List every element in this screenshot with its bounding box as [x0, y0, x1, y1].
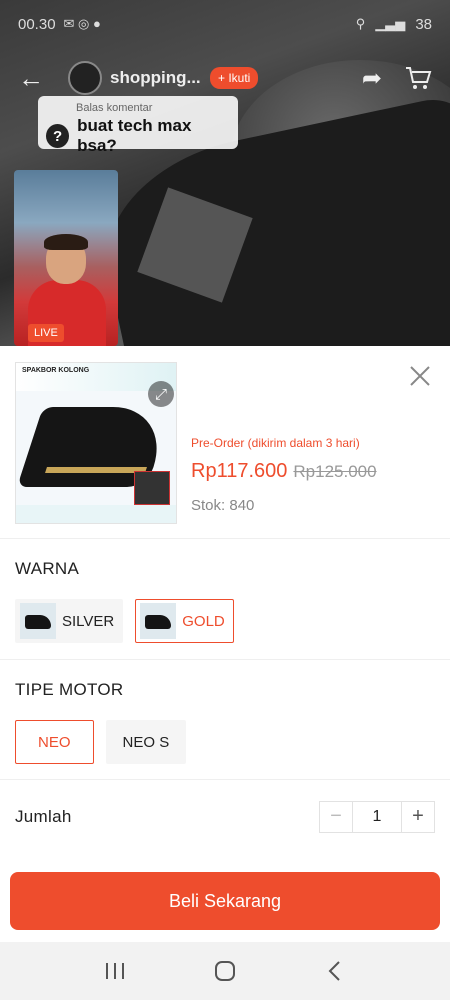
recents-icon[interactable] [100, 956, 130, 986]
motor-type-title: TIPE MOTOR [15, 680, 124, 699]
notification-icon: ✉ ◎ ● [63, 16, 101, 31]
image-banner-text: SPAKBOR KOLONG [22, 367, 90, 374]
color-option-gold[interactable]: GOLD [135, 599, 234, 643]
comment-title: Balas komentar [76, 102, 153, 114]
stock-count: Stok: 840 [191, 497, 255, 514]
quantity-input[interactable]: 1 [352, 801, 402, 832]
shop-name[interactable]: shopping... [110, 68, 202, 88]
share-icon[interactable]: ➦ [362, 64, 382, 93]
product-info: Pre-Order (dikirim dalam 3 hari) Rp117.6… [191, 362, 377, 538]
price: Rp117.600 [191, 460, 288, 482]
color-option-silver[interactable]: SILVER [15, 599, 124, 643]
motor-type-section: TIPE MOTOR NEO NEO S [0, 659, 450, 779]
product-summary: SPAKBOR KOLONG ⤢ Pre-Order (dikirim dala… [0, 346, 450, 538]
image-footer [16, 505, 176, 523]
question-icon: ? [46, 124, 70, 148]
quantity-section: Jumlah − 1 + [0, 779, 450, 853]
expand-icon[interactable]: ⤢ [148, 381, 174, 407]
screen: 00.30 ✉ ◎ ● ⚲ ▁▃▅ 38 ← shopping... + Iku… [0, 0, 450, 1000]
type-option-neo[interactable]: NEO [15, 720, 94, 764]
color-section: WARNA SILVER GOLD [0, 538, 450, 659]
close-icon[interactable] [408, 364, 432, 388]
battery-level: 38 [415, 15, 432, 33]
product-stripe [45, 467, 147, 473]
back-icon[interactable] [320, 956, 350, 986]
type-option-neo-s[interactable]: NEO S [105, 720, 187, 764]
option-thumbnail [140, 603, 177, 639]
product-inset [134, 471, 170, 505]
cart-icon[interactable] [404, 64, 432, 92]
host-hair [44, 234, 88, 250]
home-icon[interactable] [210, 956, 240, 986]
pinned-comment[interactable]: Balas komentar ? buat tech max bsa? [38, 96, 238, 155]
status-time: 00.30 [18, 15, 56, 33]
follow-button[interactable]: + Ikuti [210, 67, 259, 89]
location-icon: ⚲ [355, 16, 366, 31]
product-image[interactable]: SPAKBOR KOLONG ⤢ [15, 362, 177, 524]
quantity-stepper: − 1 + [319, 800, 435, 833]
decrease-button[interactable]: − [320, 802, 352, 832]
color-section-title: WARNA [15, 559, 80, 578]
option-label: GOLD [182, 612, 225, 630]
live-video-background[interactable]: 00.30 ✉ ◎ ● ⚲ ▁▃▅ 38 ← shopping... + Iku… [0, 0, 450, 346]
comment-text: buat tech max bsa? [77, 116, 192, 155]
host-video-pip[interactable]: LIVE [14, 170, 118, 346]
system-nav-bar [0, 942, 450, 1000]
option-thumbnail [20, 603, 56, 639]
option-label: SILVER [62, 612, 115, 630]
live-badge: LIVE [28, 324, 64, 342]
status-bar: 00.30 ✉ ◎ ● ⚲ ▁▃▅ 38 [0, 0, 450, 48]
quantity-label: Jumlah [15, 806, 72, 826]
variant-selection-sheet: SPAKBOR KOLONG ⤢ Pre-Order (dikirim dala… [0, 346, 450, 938]
original-price: Rp125.000 [293, 462, 377, 481]
signal-icon: ▁▃▅ [375, 16, 406, 31]
buy-now-button[interactable]: Beli Sekarang [10, 872, 440, 930]
back-arrow-icon[interactable]: ← [18, 63, 58, 94]
preorder-note: Pre-Order (dikirim dalam 3 hari) [191, 436, 360, 450]
shop-avatar[interactable] [68, 61, 102, 95]
increase-button[interactable]: + [402, 802, 434, 832]
